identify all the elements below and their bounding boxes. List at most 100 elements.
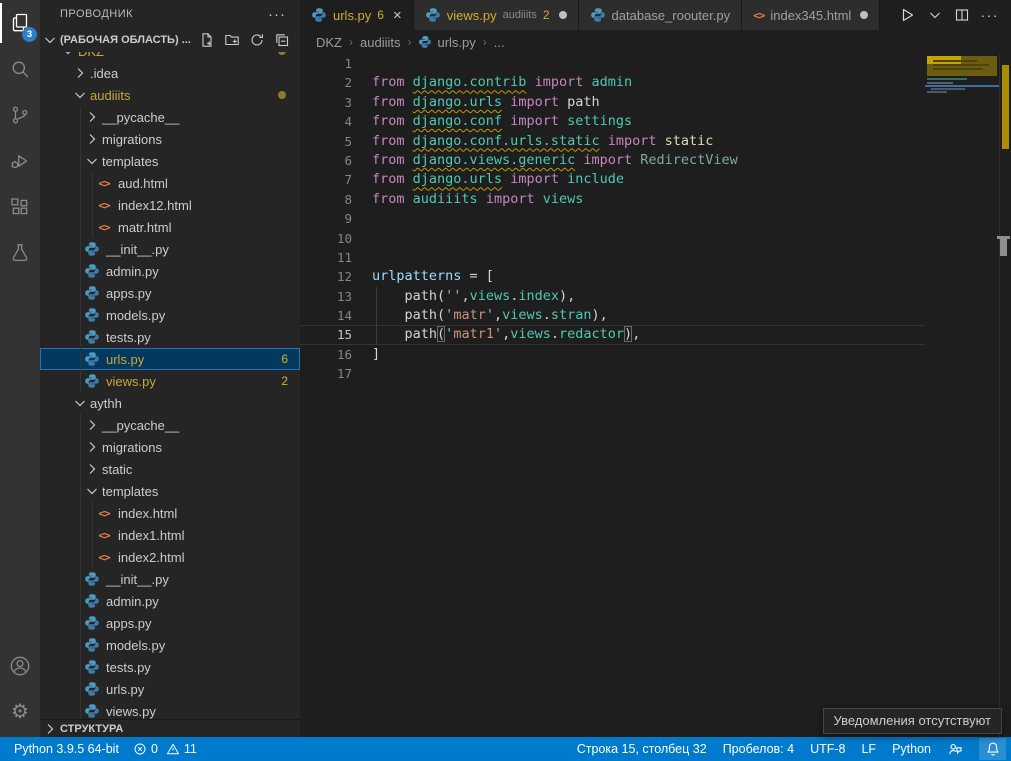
tree-item-urls.py[interactable]: urls.py6 [40,348,300,370]
run-debug-icon [8,149,32,173]
tree-item-templates[interactable]: templates [40,150,300,172]
tree-item-aythh[interactable]: aythh [40,392,300,414]
line-number: 3 [300,93,352,112]
tree-item-index.html[interactable]: <>index.html [40,502,300,524]
tab-index345.html[interactable]: <>index345.html [742,0,880,30]
code-line-8[interactable]: 8from audiiits import views [300,190,925,209]
code-line-7[interactable]: 7from django.urls import include [300,170,925,189]
tab-description: audiiits [503,9,537,21]
tree-item-index2.html[interactable]: <>index2.html [40,546,300,568]
indent-guide [92,172,93,194]
indent-guide [92,216,93,238]
activity-item-accounts[interactable] [0,643,40,689]
tree-item-models.py[interactable]: models.py [40,304,300,326]
tree-item-aud.html[interactable]: <>aud.html [40,172,300,194]
tree-item-.idea[interactable]: .idea [40,62,300,84]
code-line-14[interactable]: 14 path('matr',views.stran), [300,306,925,325]
split-editor-button[interactable] [954,7,970,23]
code-line-4[interactable]: 4from django.conf import settings [300,112,925,131]
tree-item-index12.html[interactable]: <>index12.html [40,194,300,216]
line-number: 16 [300,345,352,364]
tree-item-__init__.py[interactable]: __init__.py [40,568,300,590]
indentation-item[interactable]: Пробелов: 4 [723,742,794,756]
feedback-icon[interactable] [947,741,963,757]
chevron-down-icon [84,483,100,499]
code-line-2[interactable]: 2from django.contrib import admin [300,73,925,92]
new-file-icon[interactable] [199,32,215,48]
indent-guide [80,480,81,502]
code-line-10[interactable]: 10 [300,229,925,248]
code-line-16[interactable]: 16] [300,345,925,364]
breadcrumb-item-urls.py[interactable]: urls.py [418,35,475,50]
tree-item-static[interactable]: static [40,458,300,480]
overview-ruler[interactable] [999,54,1011,737]
tree-item-__pycache__[interactable]: __pycache__ [40,106,300,128]
activity-item-search[interactable] [0,46,40,92]
tree-item-tests.py[interactable]: tests.py [40,326,300,348]
tab-views.py[interactable]: views.pyaudiiits2 [414,0,579,30]
code-line-6[interactable]: 6from django.views.generic import Redire… [300,151,925,170]
code-line-15[interactable]: 15 path('matr1',views.redactor), [300,325,925,344]
tree-item-__pycache__[interactable]: __pycache__ [40,414,300,436]
tree-item-label: aythh [90,396,122,411]
new-folder-icon[interactable] [224,32,240,48]
tree-item-urls.py[interactable]: urls.py [40,678,300,700]
code-line-11[interactable]: 11 [300,248,925,267]
tab-database_roouter.py[interactable]: database_roouter.py [579,0,743,30]
code-line-13[interactable]: 13 path('',views.index), [300,287,925,306]
collapse-all-icon[interactable] [274,32,290,48]
tree-item-matr.html[interactable]: <>matr.html [40,216,300,238]
sidebar-more-actions-icon[interactable]: ··· [268,6,286,23]
modified-dot-icon[interactable] [559,11,567,19]
cursor-position-item[interactable]: Строка 15, столбец 32 [577,742,707,756]
tree-item-admin.py[interactable]: admin.py [40,590,300,612]
activity-item-settings[interactable]: ⚙ [0,689,40,735]
sidebar-header: ПРОВОДНИК ··· [40,0,300,28]
breadcrumb-item-...[interactable]: ... [494,35,505,50]
chevron-right-icon [84,417,100,433]
activity-item-explorer[interactable]: 3 [0,0,40,46]
refresh-icon[interactable] [249,32,265,48]
tree-item-index1.html[interactable]: <>index1.html [40,524,300,546]
tree-item-apps.py[interactable]: apps.py [40,282,300,304]
tree-item-tests.py[interactable]: tests.py [40,656,300,678]
encoding-item[interactable]: UTF-8 [810,742,845,756]
tree-item-templates[interactable]: templates [40,480,300,502]
activity-item-testing[interactable] [0,230,40,276]
tree-item-migrations[interactable]: migrations [40,128,300,150]
breadcrumb-item-DKZ[interactable]: DKZ [316,35,342,50]
workspace-section-header[interactable]: (РАБОЧАЯ ОБЛАСТЬ) ... [40,28,300,52]
activity-item-extensions[interactable] [0,184,40,230]
python-interpreter-item[interactable]: Python 3.9.5 64-bit [14,742,119,756]
run-button[interactable] [898,6,916,24]
activity-item-source-control[interactable] [0,92,40,138]
tree-item-admin.py[interactable]: admin.py [40,260,300,282]
code-line-3[interactable]: 3from django.urls import path [300,93,925,112]
tree-item-views.py[interactable]: views.py2 [40,370,300,392]
tree-item-migrations[interactable]: migrations [40,436,300,458]
tree-item-models.py[interactable]: models.py [40,634,300,656]
code-line-1[interactable]: 1 [300,54,925,73]
breadcrumb-item-audiiits[interactable]: audiiits [360,35,400,50]
tree-item-audiiits[interactable]: audiiits [40,84,300,106]
modified-dot-icon[interactable] [860,11,868,19]
notifications-bell-button[interactable] [979,738,1006,760]
code-editor[interactable]: 12from django.contrib import admin3from … [300,54,1011,737]
code-line-9[interactable]: 9 [300,209,925,228]
run-dropdown[interactable] [927,7,943,23]
tree-item-__init__.py[interactable]: __init__.py [40,238,300,260]
close-icon[interactable]: × [393,8,402,23]
activity-item-run-and-debug[interactable] [0,138,40,184]
code-line-17[interactable]: 17 [300,364,925,383]
tab-urls.py[interactable]: urls.py6× [300,0,414,30]
more-actions-button[interactable]: ··· [981,7,1000,23]
code-line-12[interactable]: 12urlpatterns = [ [300,267,925,286]
eol-item[interactable]: LF [861,742,876,756]
language-mode-item[interactable]: Python [892,742,931,756]
code-line-5[interactable]: 5from django.conf.urls.static import sta… [300,132,925,151]
minimap[interactable] [925,54,1000,394]
workspace-label: (РАБОЧАЯ ОБЛАСТЬ) ... [60,34,191,46]
outline-section-header[interactable]: СТРУКТУРА [40,719,300,737]
problems-item[interactable]: 0 11 [133,742,197,756]
tree-item-apps.py[interactable]: apps.py [40,612,300,634]
